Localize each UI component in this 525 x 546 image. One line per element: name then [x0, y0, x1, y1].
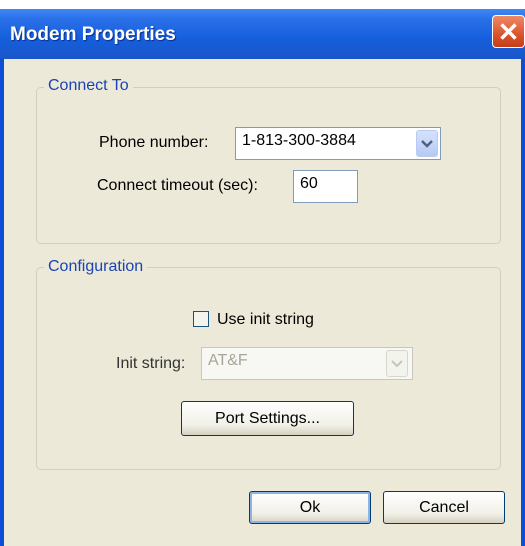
connect-to-group — [36, 87, 501, 244]
use-init-string-checkbox[interactable] — [193, 311, 209, 327]
phone-number-dropdown-button[interactable] — [416, 130, 438, 157]
window-title: Modem Properties — [10, 24, 176, 45]
close-icon: ✕ — [497, 17, 520, 47]
modem-properties-dialog: Modem Properties ✕ Connect To Phone numb… — [0, 0, 525, 546]
ok-button[interactable]: Ok — [249, 491, 371, 524]
port-settings-button[interactable]: Port Settings... — [181, 401, 354, 436]
phone-number-combobox[interactable]: 1-813-300-3884 — [235, 127, 441, 160]
close-button[interactable]: ✕ — [492, 15, 525, 48]
init-string-dropdown-button[interactable] — [386, 350, 408, 377]
connect-timeout-value: 60 — [300, 175, 318, 192]
use-init-string-label[interactable]: Use init string — [217, 311, 314, 329]
cancel-button[interactable]: Cancel — [383, 491, 505, 524]
configuration-legend: Configuration — [44, 258, 148, 276]
connect-timeout-label: Connect timeout (sec): — [97, 177, 258, 194]
init-string-value: AT&F — [208, 352, 248, 369]
connect-to-legend: Connect To — [44, 77, 133, 95]
chevron-down-icon — [421, 139, 433, 148]
chevron-down-icon — [391, 359, 403, 367]
connect-timeout-field[interactable]: 60 — [293, 170, 358, 203]
init-string-combobox[interactable]: AT&F — [201, 347, 413, 380]
init-string-label: Init string: — [116, 355, 186, 372]
phone-number-label: Phone number: — [99, 134, 209, 151]
phone-number-value: 1-813-300-3884 — [242, 132, 356, 149]
